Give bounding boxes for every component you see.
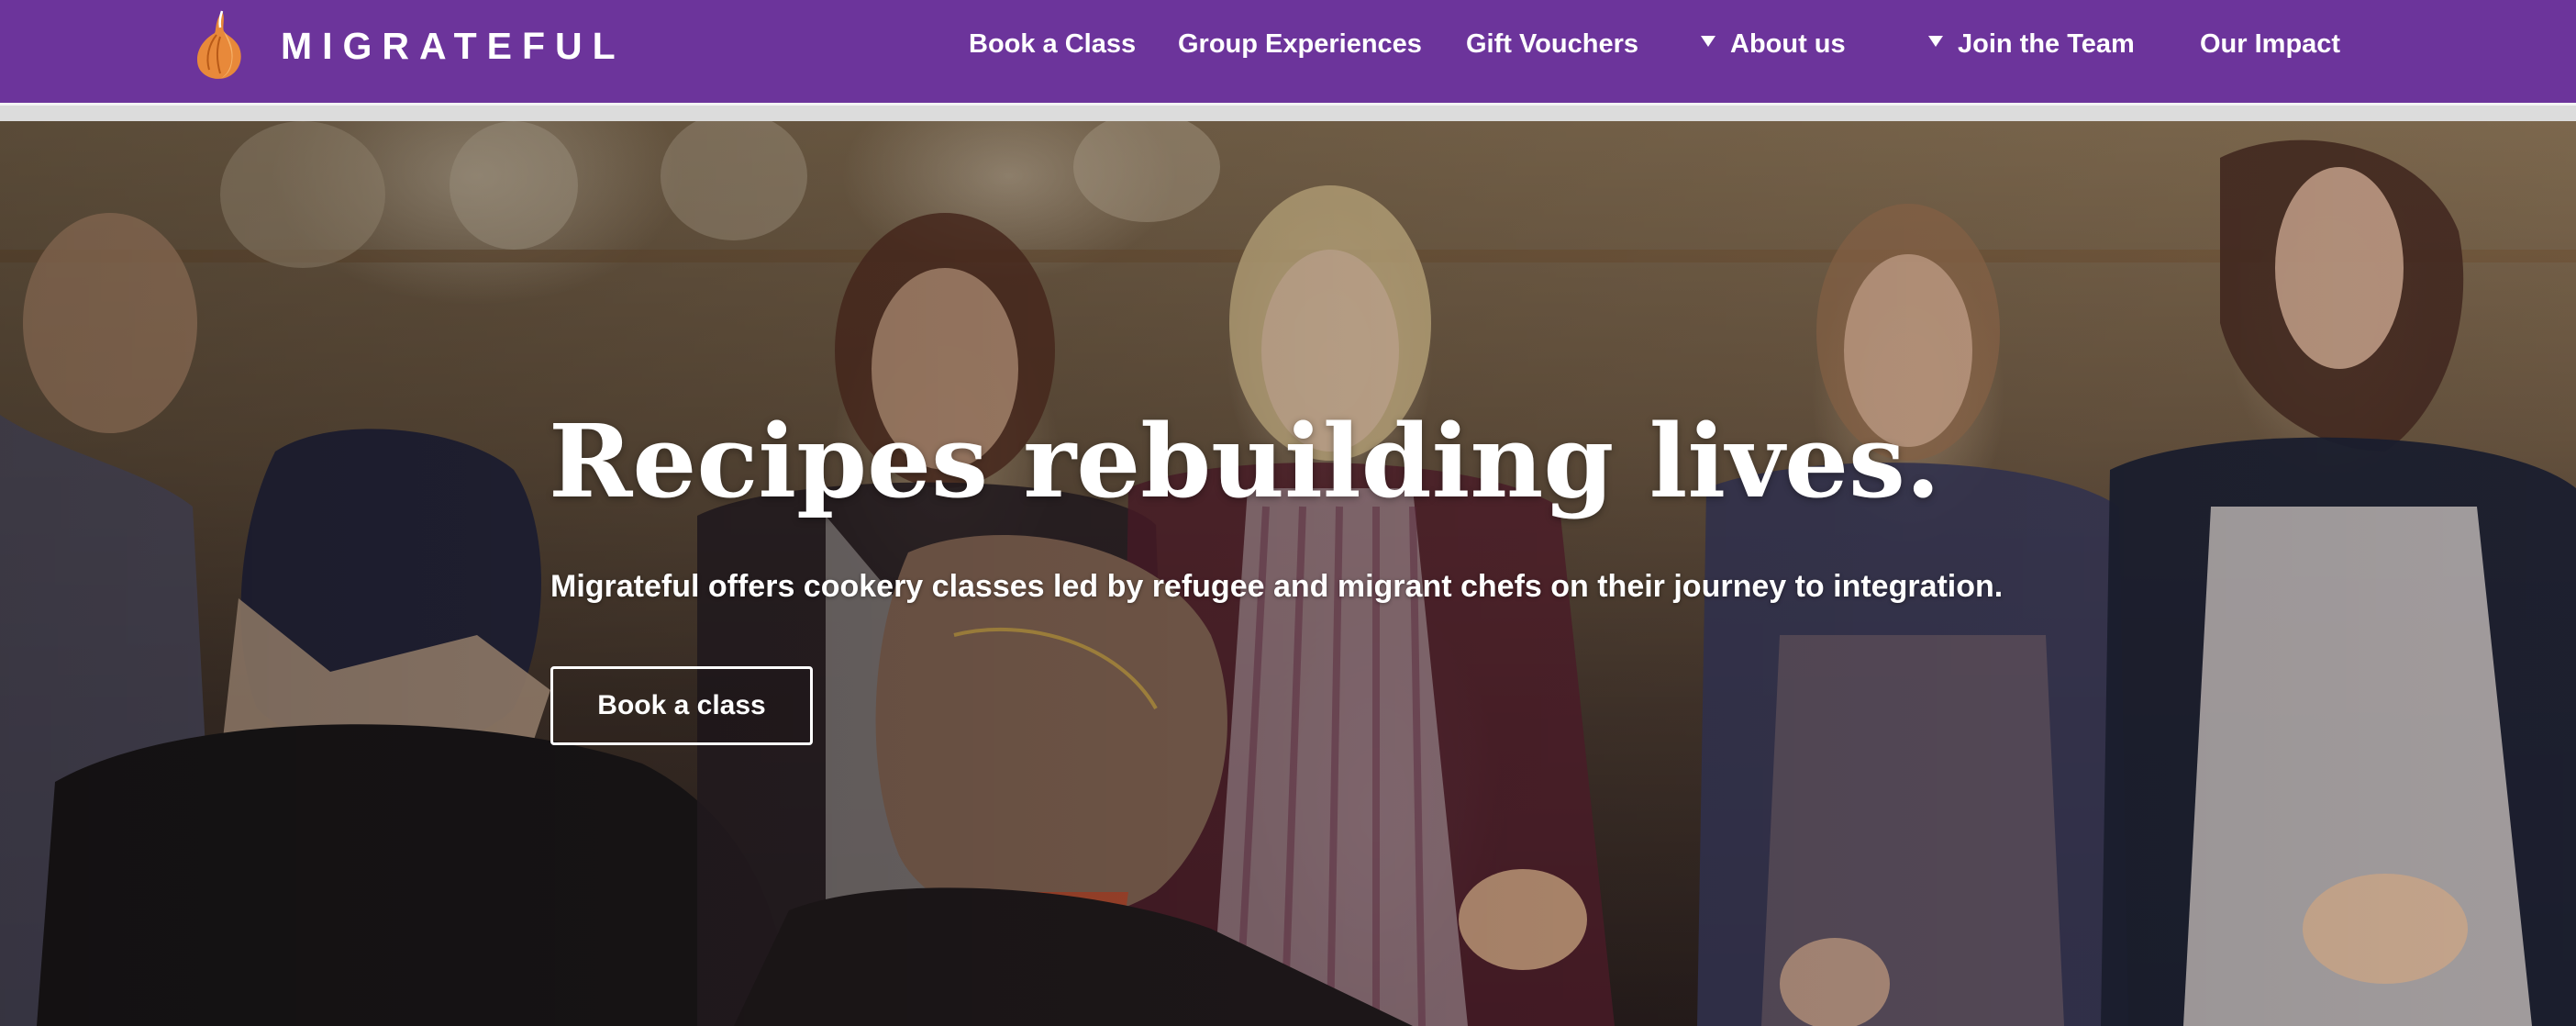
nav-group-experiences[interactable]: Group Experiences [1178,26,1422,62]
nav-our-impact[interactable]: Our Impact [2200,26,2340,62]
button-label: Book a class [597,690,766,720]
nav-label: Group Experiences [1178,29,1422,59]
header-divider [0,103,2576,121]
brand-name: MIGRATEFUL [281,24,626,67]
nav-label: Our Impact [2200,29,2341,59]
onion-logo-icon [196,10,241,79]
nav-label: Join the Team [1958,29,2135,59]
hero-subtitle: Migrateful offers cookery classes led by… [550,569,2004,604]
nav-label: About us [1730,29,1846,59]
book-a-class-button[interactable]: Book a class [550,666,813,745]
nav-about-us[interactable]: About us [1701,26,1846,62]
caret-down-icon [1701,36,1715,47]
nav-gift-vouchers[interactable]: Gift Vouchers [1466,26,1638,62]
caret-down-icon [1928,36,1943,47]
hero-banner: Recipes rebuilding lives. Migrateful off… [0,121,2576,1026]
nav-book-a-class[interactable]: Book a Class [969,26,1136,62]
hero-headline: Recipes rebuilding lives. [549,402,1941,520]
nav-label: Book a Class [969,29,1137,59]
nav-join-the-team[interactable]: Join the Team [1928,26,2135,62]
site-header: MIGRATEFUL Book a Class Group Experience… [0,0,2576,103]
nav-label: Gift Vouchers [1466,29,1638,59]
brand-logo[interactable]: MIGRATEFUL [189,6,626,86]
